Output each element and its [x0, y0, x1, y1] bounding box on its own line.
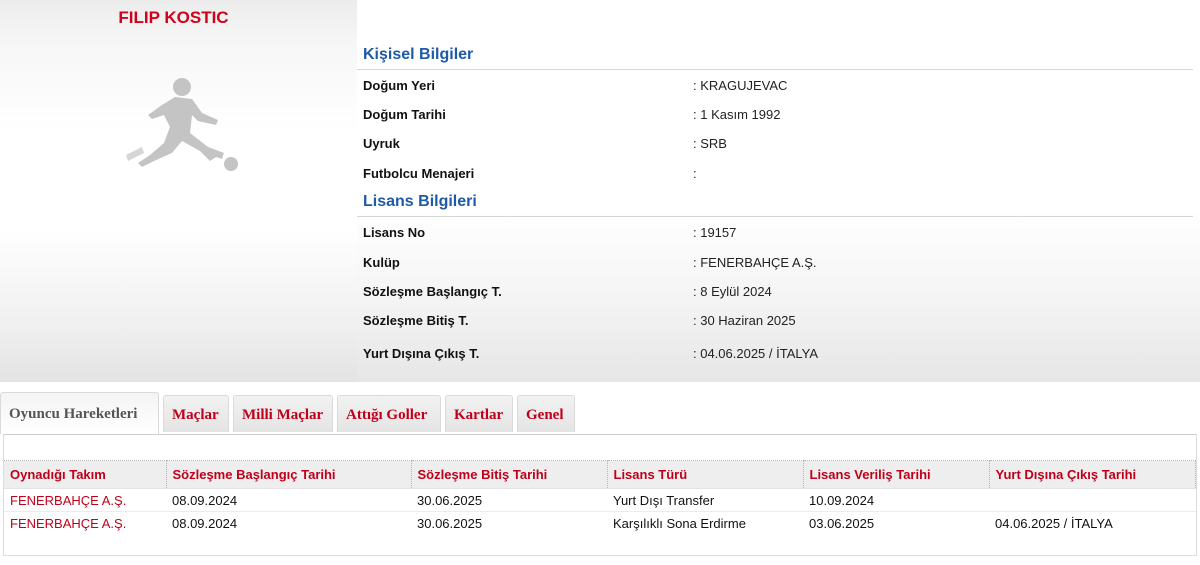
player-photo-panel: FILIP KOSTIC	[0, 0, 357, 382]
section-divider	[357, 216, 1193, 217]
contract-start-cell: 08.09.2024	[166, 488, 411, 512]
tab-cards[interactable]: Kartlar	[445, 395, 513, 432]
contract-end-cell: 30.06.2025	[411, 488, 607, 512]
col-abroad-exit-header: Yurt Dışına Çıkış Tarihi	[989, 460, 1196, 489]
tab-player-movements[interactable]: Oyuncu Hareketleri	[0, 392, 159, 434]
football-player-silhouette-icon	[126, 78, 238, 171]
license-no-value: : 19157	[693, 225, 737, 240]
club-label: Kulüp	[363, 255, 400, 270]
license-no-label: Lisans No	[363, 225, 426, 240]
team-cell[interactable]: FENERBAHÇE A.Ş.	[4, 488, 166, 512]
player-movements-table: Oynadığı Takım Sözleşme Başlangıç Tarihi…	[4, 460, 1196, 535]
agent-label: Futbolcu Menajeri	[363, 166, 475, 181]
license-date-cell: 03.06.2025	[803, 511, 989, 535]
table-row: FENERBAHÇE A.Ş. 08.09.2024 30.06.2025 Ka…	[4, 511, 1196, 535]
contract-end-cell: 30.06.2025	[411, 511, 607, 535]
abroad-exit-cell	[989, 488, 1196, 512]
tab-bar: Oyuncu Hareketleri Maçlar Milli Maçlar A…	[0, 392, 1200, 434]
contract-start-value: : 8 Eylül 2024	[693, 284, 772, 299]
table-header-row: Oynadığı Takım Sözleşme Başlangıç Tarihi…	[4, 460, 1196, 489]
club-value: : FENERBAHÇE A.Ş.	[693, 255, 817, 270]
player-movements-panel: Oynadığı Takım Sözleşme Başlangıç Tarihi…	[3, 434, 1197, 556]
team-cell[interactable]: FENERBAHÇE A.Ş.	[4, 511, 166, 535]
personal-info-title: Kişisel Bilgiler	[363, 46, 474, 63]
abroad-exit-value: : 04.06.2025 / İTALYA	[693, 346, 819, 361]
contract-end-value: : 30 Haziran 2025	[693, 313, 796, 328]
nationality-value: : SRB	[693, 136, 727, 151]
birthdate-label: Doğum Tarihi	[363, 107, 446, 122]
contract-start-cell: 08.09.2024	[166, 511, 411, 535]
abroad-exit-label: Yurt Dışına Çıkış T.	[363, 346, 480, 361]
col-license-type-header: Lisans Türü	[607, 460, 804, 489]
license-type-cell: Yurt Dışı Transfer	[607, 488, 803, 512]
license-info-title: Lisans Bilgileri	[363, 193, 477, 210]
nationality-label: Uyruk	[363, 136, 400, 151]
tab-matches[interactable]: Maçlar	[163, 395, 229, 432]
col-team-header: Oynadığı Takım	[4, 460, 167, 489]
contract-start-label: Sözleşme Başlangıç T.	[363, 284, 502, 299]
contract-end-label: Sözleşme Bitiş T.	[363, 313, 469, 328]
birthplace-label: Doğum Yeri	[363, 78, 436, 93]
tab-general[interactable]: Genel	[517, 395, 575, 432]
birthdate-value: : 1 Kasım 1992	[693, 107, 781, 122]
birthplace-value: : KRAGUJEVAC	[693, 78, 788, 93]
license-type-cell: Karşılıklı Sona Erdirme	[607, 511, 803, 535]
player-name: FILIP KOSTIC	[118, 8, 229, 27]
col-contract-start-header: Sözleşme Başlangıç Tarihi	[166, 460, 412, 489]
col-license-date-header: Lisans Veriliş Tarihi	[803, 460, 990, 489]
table-row: FENERBAHÇE A.Ş. 08.09.2024 30.06.2025 Yu…	[4, 488, 1196, 512]
tab-national-matches[interactable]: Milli Maçlar	[233, 395, 333, 432]
license-date-cell: 10.09.2024	[803, 488, 989, 512]
col-contract-end-header: Sözleşme Bitiş Tarihi	[411, 460, 608, 489]
agent-value: :	[693, 166, 697, 181]
tab-goals[interactable]: Attığı Goller	[337, 395, 441, 432]
abroad-exit-cell: 04.06.2025 / İTALYA	[989, 511, 1196, 535]
section-divider	[357, 69, 1193, 70]
